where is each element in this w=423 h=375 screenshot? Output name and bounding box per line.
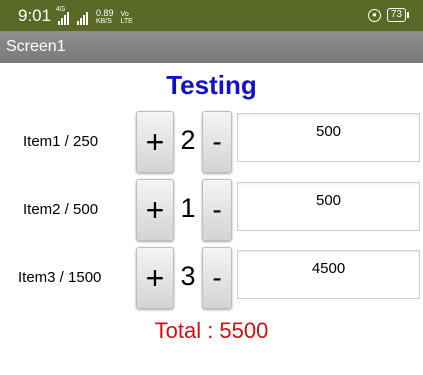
item3-amount-field[interactable]: 4500 [237, 250, 420, 299]
item2-plus-button[interactable]: + [136, 179, 174, 241]
app-title: Screen1 [6, 38, 66, 55]
page-title: Testing [166, 70, 257, 100]
volte-top: Vo [120, 11, 129, 18]
status-bar: 9:01 4G 0.89 KB/S Vo LTE ● 73 [0, 0, 423, 31]
net-speed: 0.89 KB/S [96, 8, 114, 26]
net-speed-unit: KB/S [96, 18, 112, 25]
item3-quantity: 3 [180, 261, 196, 291]
signal-4g-icon: 4G [56, 6, 71, 25]
item2-quantity: 1 [180, 193, 196, 223]
alarm-icon: ● [367, 8, 381, 22]
item1-plus-button[interactable]: + [136, 111, 174, 173]
item1-quantity: 2 [180, 125, 196, 155]
item1-label: Item1 / 250 [23, 133, 99, 150]
net-speed-value: 0.89 [96, 8, 114, 18]
item2-minus-button[interactable]: - [202, 179, 232, 241]
app-bar: Screen1 [0, 31, 423, 63]
signal-icon [75, 11, 90, 25]
status-icons: 4G 0.89 KB/S Vo LTE [56, 6, 133, 26]
item3-label: Item3 / 1500 [18, 269, 102, 286]
item2-amount-field[interactable]: 500 [237, 182, 420, 231]
status-right: ● 73 [367, 8, 409, 22]
battery-icon: 73 [386, 8, 409, 22]
item1-amount-field[interactable]: 500 [237, 113, 420, 162]
volte-bottom: LTE [120, 18, 133, 25]
item1-minus-button[interactable]: - [202, 111, 232, 173]
volte-badge: Vo LTE [121, 11, 133, 25]
item3-plus-button[interactable]: + [136, 247, 174, 309]
item2-label: Item2 / 500 [23, 201, 99, 218]
battery-level: 73 [386, 8, 406, 22]
total-label: Total : 5500 [154, 318, 269, 343]
status-time: 9:01 [18, 6, 52, 25]
item3-minus-button[interactable]: - [202, 247, 232, 309]
